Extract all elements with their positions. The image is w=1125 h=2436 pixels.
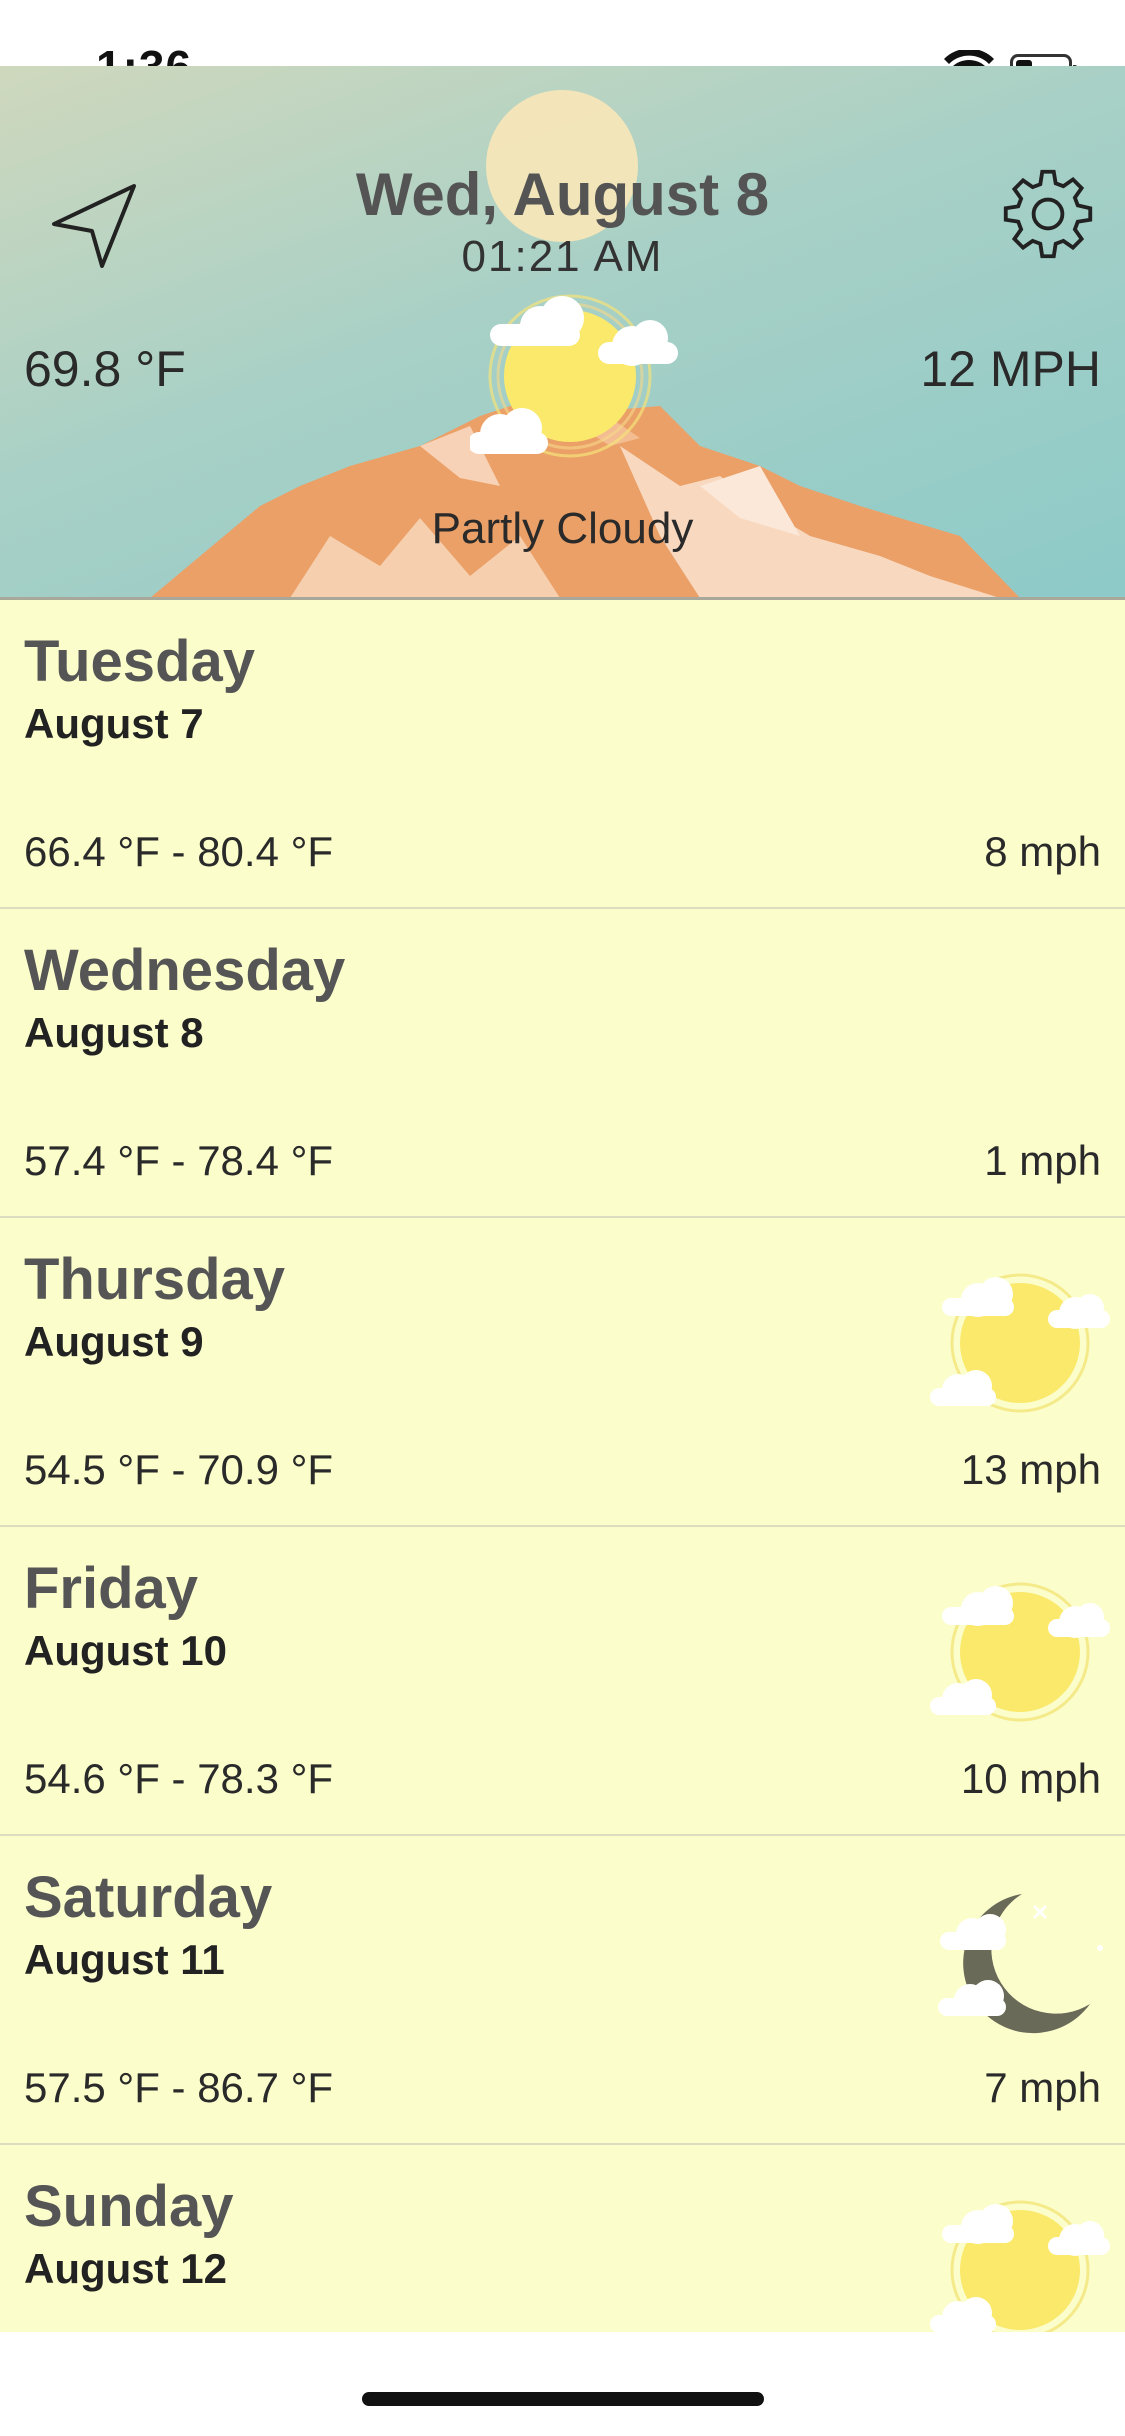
wind-speed: 10 mph	[960, 1755, 1101, 1802]
partly-cloudy-icon	[930, 1582, 1110, 1722]
day-name: Friday	[24, 1556, 199, 1621]
wind-speed: 8 mph	[984, 828, 1101, 875]
current-date: Wed, August 8	[355, 161, 770, 228]
forecast-row-saturday[interactable]: Saturday August 11 57.5 °F - 86.7 °F 7 m…	[0, 1836, 1125, 2145]
day-date: August 7	[24, 700, 204, 747]
forecast-list[interactable]: Tuesday August 7 66.4 °F - 80.4 °F 8 mph…	[0, 600, 1125, 2332]
wind-speed: 7 mph	[984, 2064, 1101, 2111]
current-time: 01:21 AM	[461, 232, 664, 281]
temperature-range: 54.5 °F - 70.9 °F	[24, 1446, 334, 1493]
day-name: Sunday	[24, 2174, 234, 2239]
temperature-range: 66.4 °F - 80.4 °F	[24, 828, 334, 875]
day-name: Wednesday	[24, 938, 346, 1003]
day-name: Saturday	[24, 1865, 273, 1930]
partly-cloudy-icon	[470, 294, 678, 458]
forecast-row-wednesday[interactable]: Wednesday August 8 57.4 °F - 78.4 °F 1 m…	[0, 909, 1125, 1218]
home-indicator[interactable]	[362, 2392, 764, 2406]
day-date: August 10	[24, 1627, 228, 1674]
temperature-range: 57.5 °F - 86.7 °F	[24, 2064, 334, 2111]
partly-cloudy-night-icon	[938, 1894, 1103, 2034]
temperature-range: 54.6 °F - 78.3 °F	[24, 1755, 334, 1802]
temperature-range: 57.4 °F - 78.4 °F	[24, 1137, 334, 1184]
wind-speed: 1 mph	[984, 1137, 1101, 1184]
forecast-row-tuesday[interactable]: Tuesday August 7 66.4 °F - 80.4 °F 8 mph	[0, 600, 1125, 909]
partly-cloudy-icon	[930, 1273, 1110, 1413]
wind-speed: 13 mph	[960, 1446, 1101, 1493]
forecast-row-thursday[interactable]: Thursday August 9 54.5 °F - 70.9 °F 13 m…	[0, 1218, 1125, 1527]
current-weather-header: Wed, August 8 01:21 AM 69.8 °F 12 MPH Pa…	[0, 66, 1125, 598]
day-date: August 8	[24, 1009, 204, 1056]
day-name: Tuesday	[24, 629, 256, 694]
forecast-row-sunday[interactable]: Sunday August 12	[0, 2145, 1125, 2332]
forecast-row-friday[interactable]: Friday August 10 54.6 °F - 78.3 °F 10 mp…	[0, 1527, 1125, 1836]
partly-cloudy-icon	[930, 2200, 1110, 2332]
day-name: Thursday	[24, 1247, 286, 1312]
current-temperature: 69.8 °F	[24, 341, 186, 397]
current-condition: Partly Cloudy	[431, 504, 694, 553]
day-date: August 11	[24, 1936, 225, 1983]
day-date: August 12	[24, 2245, 228, 2292]
current-wind-speed: 12 MPH	[920, 341, 1101, 397]
day-date: August 9	[24, 1318, 204, 1365]
status-bar: 1:36	[0, 0, 1125, 93]
